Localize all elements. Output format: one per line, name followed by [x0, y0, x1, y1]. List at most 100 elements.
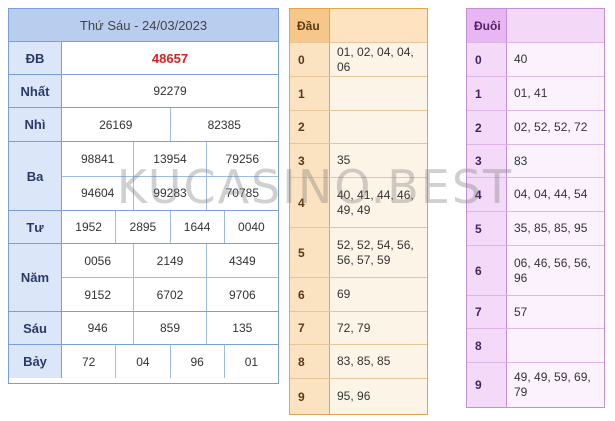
prize-numbers: 48657: [62, 42, 278, 74]
dau-digit: 1: [290, 77, 330, 110]
prize-label: Tư: [9, 211, 62, 243]
duoi-row: 3 83: [467, 144, 604, 177]
duoi-row: 8: [467, 328, 604, 362]
prize-number: 1952: [75, 220, 102, 234]
prize-row: Nhì 26169 82385: [9, 108, 278, 142]
prize-number: 1644: [169, 211, 224, 243]
prize-number: 72: [81, 354, 96, 369]
duoi-digit: 9: [467, 363, 507, 407]
duoi-row: 4 04, 04, 44, 54: [467, 177, 604, 211]
prize-row: Bảy 72 04 96 01: [9, 345, 278, 378]
prize-numbers: 946 859 135: [62, 312, 278, 344]
prize-numbers: 26169 82385: [62, 108, 278, 141]
dau-header-blank: [330, 9, 427, 42]
prize-numbers: 92279: [62, 75, 278, 107]
dau-row: 4 40, 41, 44, 46, 49, 49: [290, 177, 427, 227]
duoi-digit: 0: [467, 43, 507, 76]
prize-line: 1952 2895 1644 0040: [62, 211, 278, 243]
duoi-digit: 5: [467, 212, 507, 245]
prize-numbers: 1952 2895 1644 0040: [62, 211, 278, 243]
dau-values: [330, 77, 427, 110]
prize-number: 70785: [205, 176, 278, 210]
prize-line: 26169 82385: [62, 108, 278, 141]
dau-row: 0 01, 02, 04, 04, 06: [290, 42, 427, 76]
prize-line: 94604 99283 70785: [62, 175, 278, 210]
prize-row: Tư 1952 2895 1644 0040: [9, 211, 278, 244]
dau-digit: 4: [290, 178, 330, 227]
prize-label: Nhất: [9, 75, 62, 107]
dau-digit: 2: [290, 111, 330, 143]
dau-row: 7 72, 79: [290, 311, 427, 344]
special-prize-number: 48657: [151, 50, 189, 66]
dau-digit: 9: [290, 379, 330, 414]
duoi-row: 2 02, 52, 52, 72: [467, 110, 604, 144]
prize-number: 135: [205, 312, 278, 344]
prize-number: 96: [169, 345, 224, 378]
duoi-table: Đuôi 0 40 1 01, 41 2 02, 52, 52, 72 3 83 4 04, 04…: [466, 8, 605, 408]
prize-number: 94604: [80, 186, 115, 201]
dau-values: 35: [330, 144, 427, 177]
prize-label: Bảy: [9, 345, 62, 378]
prize-label: Sáu: [9, 312, 62, 344]
duoi-digit: 3: [467, 145, 507, 177]
prize-number: 4349: [205, 244, 278, 277]
dau-digit: 5: [290, 228, 330, 277]
prize-number: 0056: [84, 253, 112, 268]
duoi-row: 1 01, 41: [467, 76, 604, 110]
dau-digit: 3: [290, 144, 330, 177]
dau-values: 72, 79: [330, 312, 427, 344]
prize-numbers: 0056 2149 4349 9152 6702 9706: [62, 244, 278, 311]
duoi-header-label: Đuôi: [467, 9, 507, 42]
results-table: Thứ Sáu - 24/03/2023 ĐB 48657 Nhất 92279 Nhì…: [8, 8, 279, 384]
dau-rows: 0 01, 02, 04, 04, 06 1 2 3 35 4 40, 41, 44, 46,…: [290, 42, 427, 414]
prize-line: 946 859 135: [62, 312, 278, 344]
duoi-row: 7 57: [467, 295, 604, 328]
prize-number: 13954: [133, 142, 205, 176]
duoi-values: 01, 41: [507, 77, 604, 110]
prize-line: 48657: [62, 42, 278, 74]
dau-values: 01, 02, 04, 04, 06: [330, 43, 427, 76]
duoi-digit: 2: [467, 111, 507, 144]
duoi-digit: 4: [467, 178, 507, 211]
dau-header-label: Đầu: [290, 9, 330, 42]
dau-values: 52, 52, 54, 56, 56, 57, 59: [330, 228, 427, 277]
dau-row: 6 69: [290, 277, 427, 311]
dau-values: [330, 111, 427, 143]
prize-number: 2149: [133, 244, 205, 277]
duoi-rows: 0 40 1 01, 41 2 02, 52, 52, 72 3 83 4 04, 04, 44,…: [467, 42, 604, 407]
duoi-row: 0 40: [467, 42, 604, 76]
dau-header: Đầu: [290, 9, 427, 42]
dau-row: 5 52, 52, 54, 56, 56, 57, 59: [290, 227, 427, 277]
prize-line: 98841 13954 79256: [62, 142, 278, 176]
dau-table: Đầu 0 01, 02, 04, 04, 06 1 2 3 35 4 40, 41, 44,…: [289, 8, 428, 415]
duoi-values: 83: [507, 145, 604, 177]
prize-line: 9152 6702 9706: [62, 277, 278, 311]
duoi-header-blank: [507, 9, 604, 42]
duoi-header: Đuôi: [467, 9, 604, 42]
prize-row: Nhất 92279: [9, 75, 278, 108]
prize-number: 92279: [153, 84, 187, 98]
dau-row: 8 83, 85, 85: [290, 344, 427, 378]
dau-digit: 6: [290, 278, 330, 311]
prize-label: Nhì: [9, 108, 62, 141]
prize-row: Sáu 946 859 135: [9, 312, 278, 345]
prize-number: 9706: [205, 278, 278, 311]
dau-values: 83, 85, 85: [330, 345, 427, 378]
duoi-values: 06, 46, 56, 56, 96: [507, 246, 604, 295]
prize-number: 04: [115, 345, 169, 378]
prize-row: ĐB 48657: [9, 42, 278, 75]
prize-number: 2895: [115, 211, 169, 243]
dau-row: 3 35: [290, 143, 427, 177]
prize-label: Năm: [9, 244, 62, 311]
duoi-values: [507, 329, 604, 362]
dau-values: 69: [330, 278, 427, 311]
results-rows: ĐB 48657 Nhất 92279 Nhì 26169 82385 Ba 98841 1395…: [9, 42, 278, 378]
duoi-values: 02, 52, 52, 72: [507, 111, 604, 144]
duoi-digit: 1: [467, 77, 507, 110]
prize-number: 9152: [84, 287, 112, 302]
duoi-values: 40: [507, 43, 604, 76]
prize-number: 26169: [99, 117, 133, 132]
prize-number: 859: [133, 312, 205, 344]
prize-row: Ba 98841 13954 79256 94604 99283 70785: [9, 142, 278, 211]
duoi-values: 57: [507, 296, 604, 328]
